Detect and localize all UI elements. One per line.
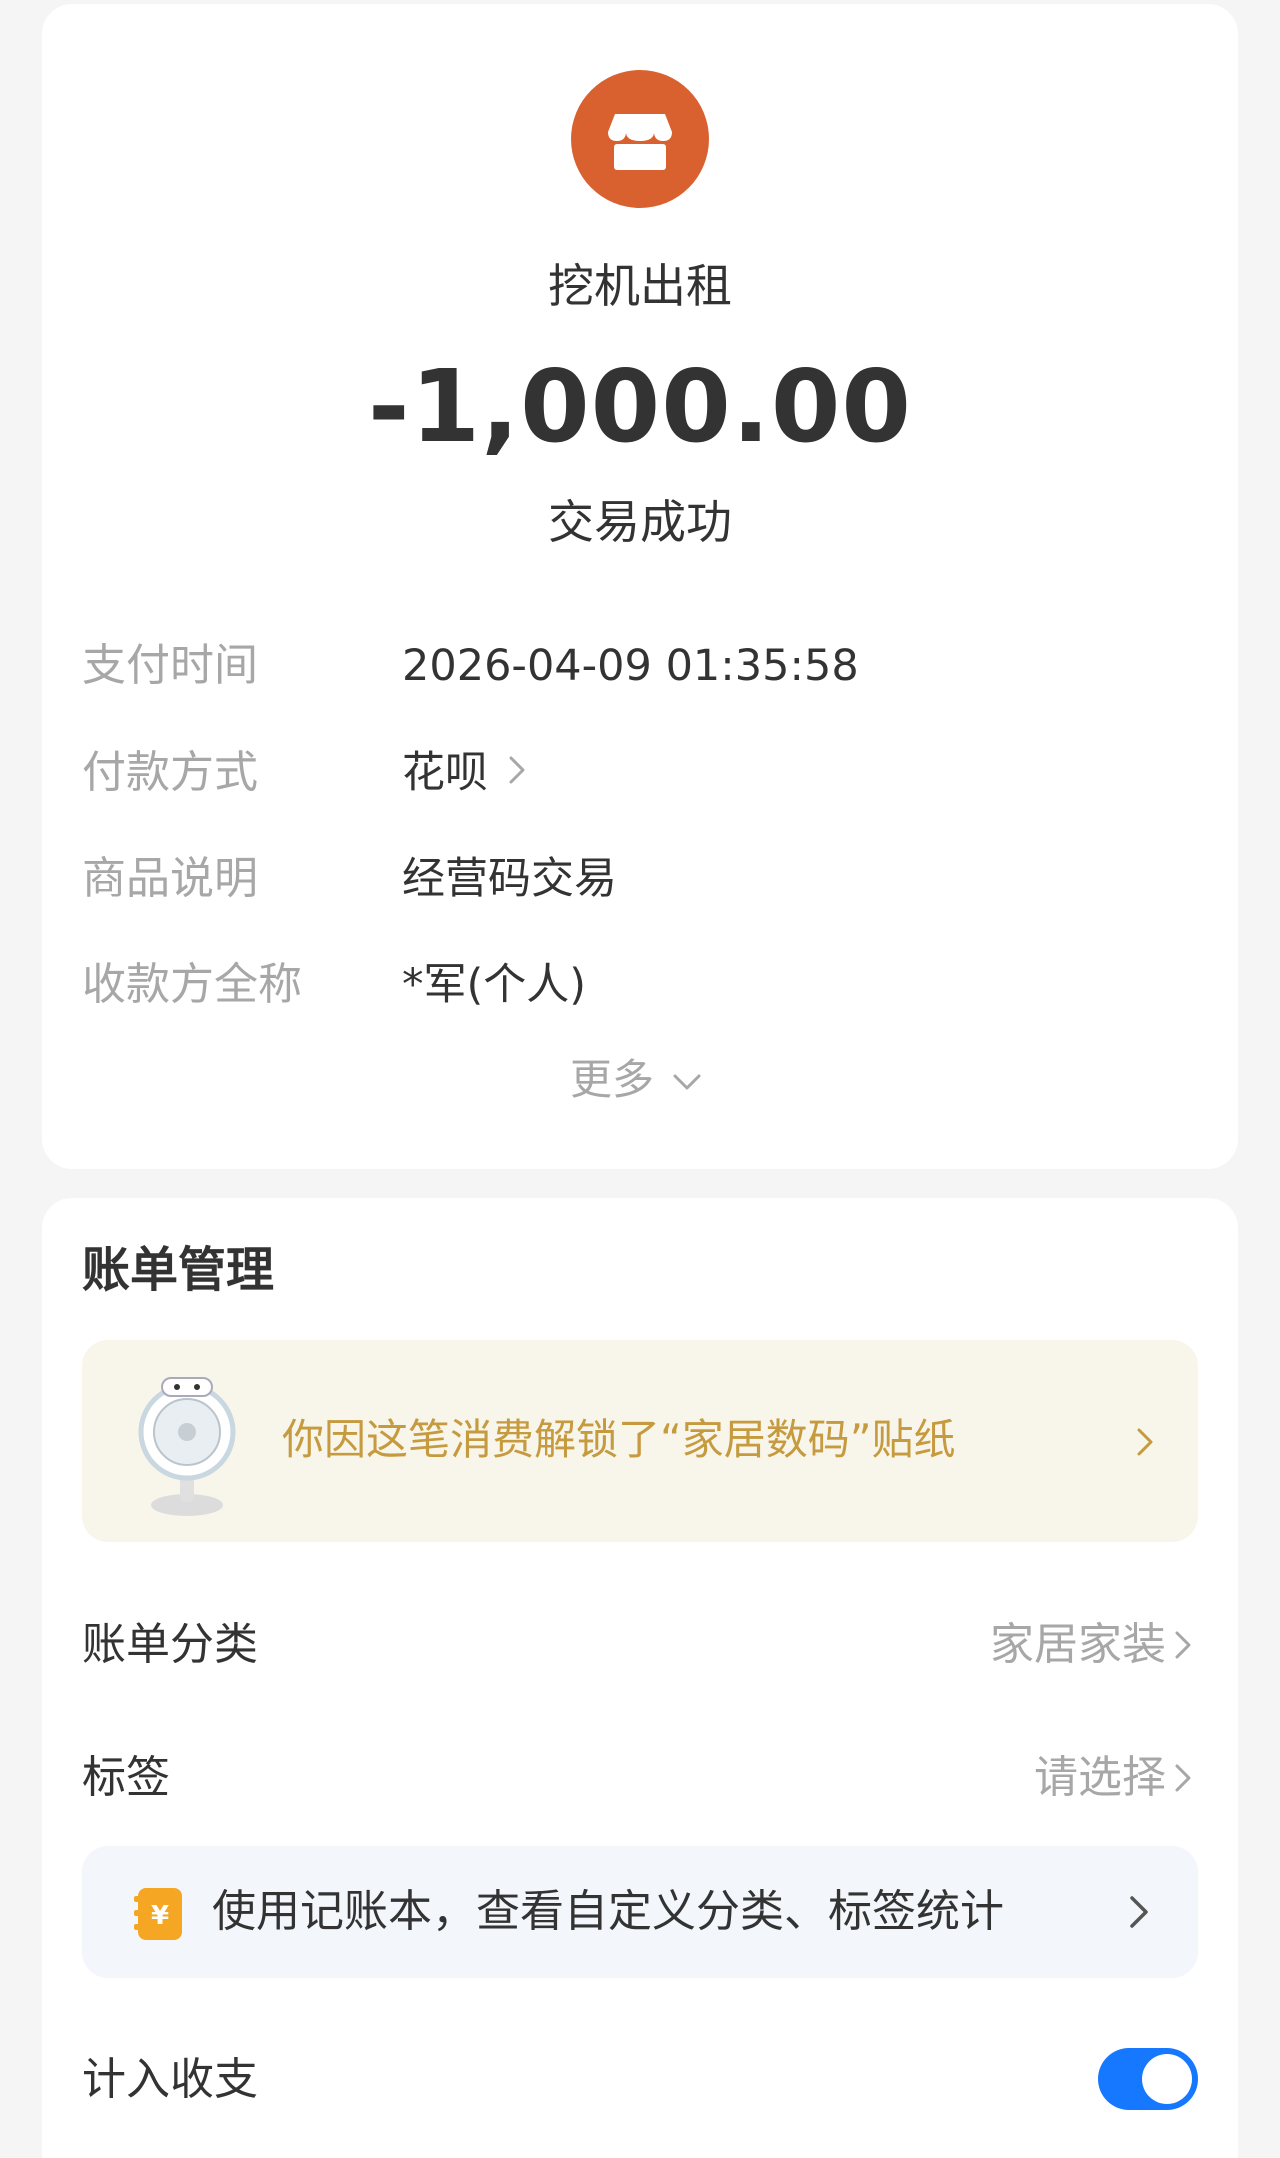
svg-text:¥: ¥ xyxy=(151,1901,169,1931)
section-title: 账单管理 xyxy=(82,1242,275,1298)
detail-value-description: 经营码交易 xyxy=(402,854,617,904)
toggle-knob xyxy=(1142,2054,1192,2104)
chevron-right-icon xyxy=(1124,1890,1154,1938)
chevron-right-icon xyxy=(1130,1422,1160,1466)
tag-label: 标签 xyxy=(82,1752,170,1803)
chevron-down-icon xyxy=(667,1055,707,1111)
chevron-right-icon[interactable] xyxy=(1168,1625,1198,1669)
sticker-banner[interactable]: 你因这笔消费解锁了“家居数码”贴纸 xyxy=(82,1340,1198,1542)
detail-value-payee: *军(个人) xyxy=(402,960,587,1010)
detail-label-pay-method: 付款方式 xyxy=(82,747,258,798)
detail-label-payee: 收款方全称 xyxy=(82,959,302,1010)
detail-value-pay-time: 2026-04-09 01:35:58 xyxy=(402,641,859,691)
store-icon xyxy=(571,70,709,208)
payment-method-link[interactable]: 花呗 xyxy=(402,745,532,804)
bill-category-label: 账单分类 xyxy=(82,1619,258,1670)
more-label: 更多 xyxy=(570,1055,655,1104)
transaction-amount: -1,000.00 xyxy=(368,348,912,465)
sticker-banner-text: 你因这笔消费解锁了“家居数码”贴纸 xyxy=(282,1415,956,1464)
payment-method-value: 花呗 xyxy=(402,748,488,798)
tag-select[interactable]: 请选择 xyxy=(1034,1750,1166,1806)
detail-label-description: 商品说明 xyxy=(82,853,258,904)
fan-sticker-icon xyxy=(132,1370,242,1524)
ledger-promo-text: 使用记账本，查看自定义分类、标签统计 xyxy=(212,1886,1004,1937)
bill-category-value[interactable]: 家居家装 xyxy=(990,1617,1166,1673)
include-in-stats-toggle[interactable] xyxy=(1098,2048,1198,2110)
chevron-right-icon[interactable] xyxy=(1168,1758,1198,1802)
more-button[interactable]: 更多 xyxy=(570,1052,707,1111)
ledger-promo-banner[interactable]: ¥ 使用记账本，查看自定义分类、标签统计 xyxy=(82,1846,1198,1978)
detail-label-pay-time: 支付时间 xyxy=(82,640,258,691)
ledger-book-icon: ¥ xyxy=(134,1886,186,1946)
chevron-right-icon xyxy=(502,748,532,804)
merchant-name: 挖机出租 xyxy=(548,259,732,313)
transaction-status: 交易成功 xyxy=(548,495,732,549)
include-in-stats-label: 计入收支 xyxy=(82,2054,258,2105)
